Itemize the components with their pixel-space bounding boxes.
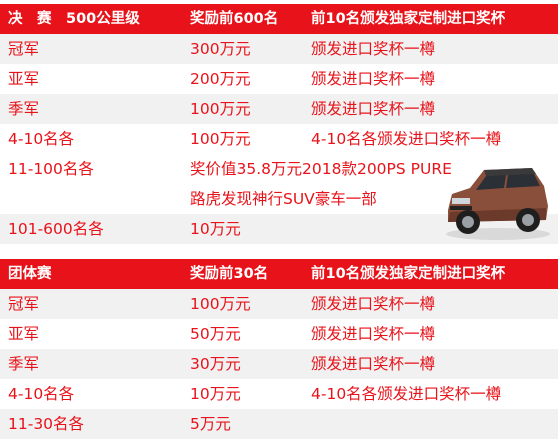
trophy-text: 颁发进口奖杯一樽 <box>311 100 436 118</box>
prize-description-line2: 路虎发现神行SUV豪车一部 <box>190 190 377 208</box>
trophy-text: 4-10名各颁发进口奖杯一樽 <box>311 385 502 403</box>
final-header-trophy: 前10名颁发独家定制进口奖杯 <box>311 11 506 27</box>
table-row: 亚军 200万元 颁发进口奖杯一樽 <box>0 64 558 94</box>
prize-description-line1: 奖价值35.8万元2018款200PS PURE <box>190 160 452 178</box>
prize-value: 30万元 <box>190 355 241 373</box>
table-row: 11-30名各 5万元 <box>0 409 558 439</box>
trophy-text: 颁发进口奖杯一樽 <box>311 325 436 343</box>
team-header-event: 团体赛 <box>8 266 52 282</box>
rank-label: 11-30名各 <box>8 415 85 433</box>
final-header-reward: 奖励前600名 <box>190 11 279 27</box>
prize-value: 100万元 <box>190 100 251 118</box>
prize-value: 10万元 <box>190 385 241 403</box>
table-row: 冠军 100万元 颁发进口奖杯一樽 <box>0 289 558 319</box>
rank-label: 4-10名各 <box>8 385 75 403</box>
rank-label: 亚军 <box>8 325 40 343</box>
suv-car-image <box>446 168 550 240</box>
final-header-row: 决 赛 500公里级 奖励前600名 前10名颁发独家定制进口奖杯 <box>0 4 558 34</box>
rank-label: 11-100名各 <box>8 160 94 178</box>
rank-label: 亚军 <box>8 70 40 88</box>
rank-label: 季军 <box>8 355 40 373</box>
table-row: 亚军 50万元 颁发进口奖杯一樽 <box>0 319 558 349</box>
table-row: 季军 100万元 颁发进口奖杯一樽 <box>0 94 558 124</box>
final-header-event: 决 赛 500公里级 <box>8 11 140 27</box>
table-row: 季军 30万元 颁发进口奖杯一樽 <box>0 349 558 379</box>
prize-value: 300万元 <box>190 40 251 58</box>
trophy-text: 颁发进口奖杯一樽 <box>311 70 436 88</box>
prize-value: 5万元 <box>190 415 231 433</box>
team-header-trophy: 前10名颁发独家定制进口奖杯 <box>311 266 506 282</box>
prize-value: 100万元 <box>190 295 251 313</box>
rank-label: 4-10名各 <box>8 130 75 148</box>
rank-label: 季军 <box>8 100 40 118</box>
prize-value: 10万元 <box>190 220 241 238</box>
trophy-text: 颁发进口奖杯一樽 <box>311 40 436 58</box>
prize-value: 200万元 <box>190 70 251 88</box>
team-prize-table: 团体赛 奖励前30名 前10名颁发独家定制进口奖杯 冠军 100万元 颁发进口奖… <box>0 259 558 439</box>
rank-label: 冠军 <box>8 295 40 313</box>
table-row: 冠军 300万元 颁发进口奖杯一樽 <box>0 34 558 64</box>
rank-label: 101-600名各 <box>8 220 104 238</box>
prize-value: 100万元 <box>190 130 251 148</box>
trophy-text: 颁发进口奖杯一樽 <box>311 355 436 373</box>
team-header-reward: 奖励前30名 <box>190 266 269 282</box>
prize-value: 50万元 <box>190 325 241 343</box>
team-header-row: 团体赛 奖励前30名 前10名颁发独家定制进口奖杯 <box>0 259 558 289</box>
table-row: 4-10名各 10万元 4-10名各颁发进口奖杯一樽 <box>0 379 558 409</box>
rank-label: 冠军 <box>8 40 40 58</box>
trophy-text: 颁发进口奖杯一樽 <box>311 295 436 313</box>
